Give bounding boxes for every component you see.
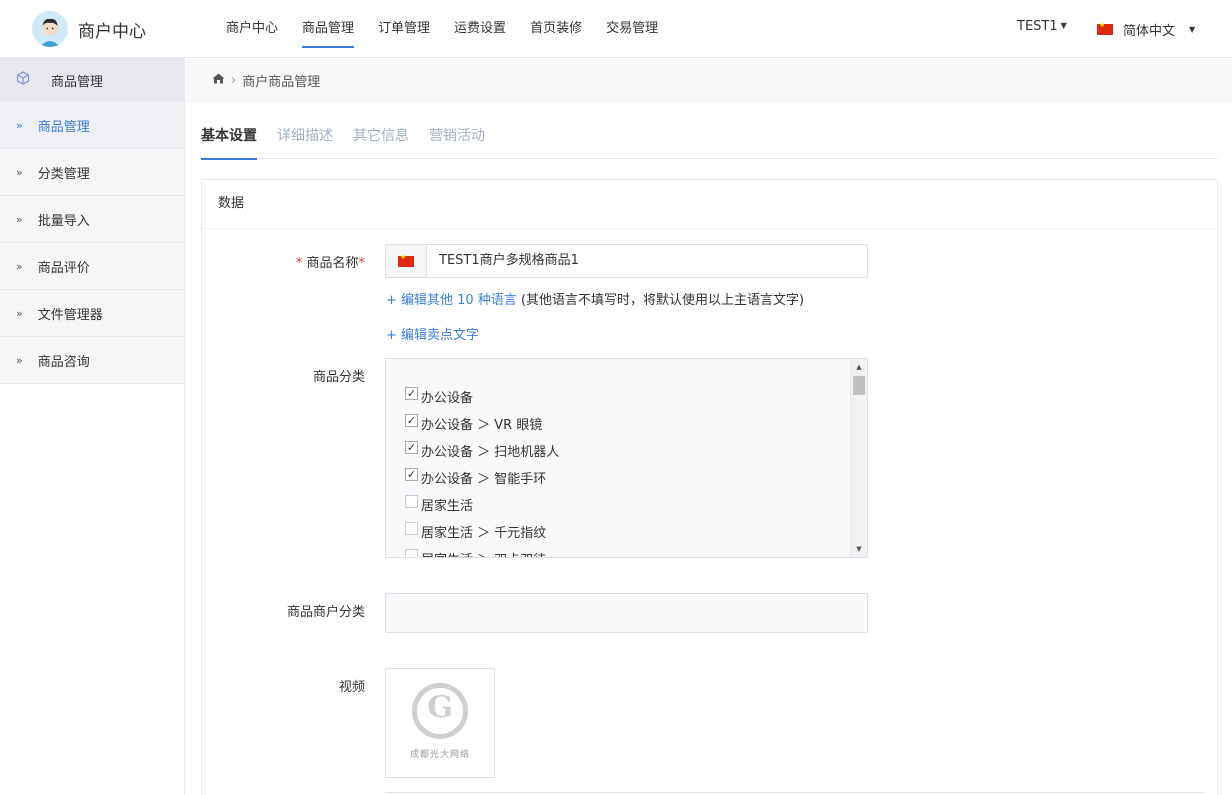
category-option[interactable]: 居家生活 ＞ 千元指纹	[405, 518, 559, 545]
breadcrumb-current: 商户商品管理	[242, 74, 321, 90]
language-flag-addon	[386, 245, 427, 277]
category-option[interactable]: 居家生活 ＞ 双卡双待	[405, 545, 559, 557]
checkbox-checked[interactable]: ✓	[405, 468, 418, 481]
user-name: TEST1	[1017, 19, 1058, 34]
nav-item-transaction-management[interactable]: 交易管理	[606, 0, 658, 58]
placeholder-logo-icon: G	[412, 682, 468, 739]
double-chevron-right-icon: »	[16, 259, 23, 273]
tab-bar: 基本设置 详细描述 其它信息 营销活动	[201, 116, 1218, 160]
checkbox-checked[interactable]: ✓	[405, 387, 418, 400]
sidebar-item-bulk-import[interactable]: » 批量导入	[0, 196, 184, 243]
sidebar-section-title: 商品管理	[51, 74, 104, 90]
sidebar-section-header[interactable]: 商品管理	[0, 58, 184, 102]
nav-item-merchant-center[interactable]: 商户中心	[226, 0, 278, 58]
required-asterisk: *	[295, 256, 307, 271]
merchant-category-label: 商品商户分类	[286, 605, 365, 620]
category-option[interactable]: ✓ 办公设备 ＞ 智能手环	[405, 464, 559, 491]
user-menu[interactable]: TEST1 ▼	[1017, 19, 1067, 34]
category-scrollbar[interactable]: ▲ ▼	[850, 359, 867, 557]
sidebar-item-file-manager[interactable]: » 文件管理器	[0, 290, 184, 337]
product-name-value: TEST1商户多规格商品1	[439, 253, 579, 268]
checkbox-unchecked[interactable]	[405, 495, 418, 508]
checkbox-unchecked[interactable]	[405, 522, 418, 535]
sidebar-item-label: 商品咨询	[37, 354, 90, 370]
nav-item-shipping-settings[interactable]: 运费设置	[454, 0, 506, 58]
category-checkbox-list[interactable]: ✓ 办公设备 ✓ 办公设备 ＞ VR 眼镜 ✓ 办公设备 ＞ 扫地机器人 ✓ 办公设备 …	[385, 358, 868, 558]
caret-down-icon: ▼	[1189, 25, 1196, 34]
brand[interactable]: 商户中心	[32, 11, 146, 47]
video-label: 视频	[338, 680, 365, 695]
languages-note: (其他语言不填写时，将默认使用以上主语言文字)	[520, 293, 805, 308]
checkbox-checked[interactable]: ✓	[405, 441, 418, 454]
caret-down-icon: ▼	[1060, 21, 1067, 30]
sidebar-item-product-inquiry[interactable]: » 商品咨询	[0, 337, 184, 384]
sidebar-item-label: 分类管理	[37, 166, 90, 182]
sidebar-item-label: 商品管理	[37, 119, 90, 135]
product-name-input[interactable]: TEST1商户多规格商品1	[385, 244, 868, 278]
product-name-label: * 商品名称*	[295, 256, 366, 271]
china-flag-icon	[1097, 21, 1113, 35]
main-nav: 商户中心 商品管理 订单管理 运费设置 首页装修 交易管理	[226, 0, 682, 58]
edit-selling-points-link[interactable]: + 编辑卖点文字	[386, 324, 479, 343]
checkbox-checked[interactable]: ✓	[405, 414, 418, 427]
double-chevron-right-icon: »	[16, 165, 23, 179]
home-icon[interactable]	[212, 73, 225, 87]
double-chevron-right-icon: »	[16, 212, 23, 226]
tab-other-info[interactable]: 其它信息	[353, 116, 409, 159]
category-option[interactable]: ✓ 办公设备 ＞ VR 眼镜	[405, 410, 559, 437]
checkbox-unchecked[interactable]	[405, 549, 418, 557]
nav-item-order-management[interactable]: 订单管理	[378, 0, 430, 58]
sidebar-item-label: 批量导入	[37, 213, 90, 229]
language-label: 简体中文	[1123, 24, 1176, 39]
sidebar-item-category-management[interactable]: » 分类管理	[0, 149, 184, 196]
sidebar-item-product-management[interactable]: » 商品管理	[0, 102, 184, 149]
tab-detailed-description[interactable]: 详细描述	[277, 116, 333, 159]
double-chevron-right-icon: »	[16, 353, 23, 367]
china-flag-icon	[398, 253, 414, 267]
sidebar: 商品管理 » 商品管理 » 分类管理 » 批量导入 » 商品评价 » 文件管理器…	[0, 58, 185, 795]
category-option[interactable]: ✓ 办公设备 ＞ 扫地机器人	[405, 437, 559, 464]
double-chevron-right-icon: »	[16, 306, 23, 320]
sidebar-item-label: 商品评价	[37, 260, 90, 276]
language-selector[interactable]: 简体中文 ▼	[1097, 20, 1195, 39]
category-option[interactable]: 居家生活	[405, 491, 559, 518]
video-upload-box[interactable]: G 成都光大网络	[385, 668, 495, 778]
double-chevron-right-icon: »	[16, 118, 23, 132]
tab-basic-settings[interactable]: 基本设置	[201, 116, 257, 160]
nav-item-product-management[interactable]: 商品管理	[302, 0, 355, 58]
scroll-thumb[interactable]	[853, 376, 865, 395]
category-label: 商品分类	[312, 370, 365, 385]
card-title: 数据	[202, 180, 1217, 229]
merchant-category-input[interactable]	[385, 593, 868, 633]
cube-icon	[16, 71, 30, 89]
edit-other-languages-link[interactable]: + 编辑其他 10 种语言 (其他语言不填写时，将默认使用以上主语言文字)	[386, 289, 804, 308]
breadcrumb: › 商户商品管理	[186, 59, 1232, 102]
placeholder-logo-caption: 成都光大网络	[409, 749, 470, 760]
nav-item-homepage-decoration[interactable]: 首页装修	[530, 0, 582, 58]
sidebar-item-label: 文件管理器	[37, 307, 103, 323]
avatar	[32, 11, 68, 47]
sidebar-item-product-reviews[interactable]: » 商品评价	[0, 243, 184, 290]
top-header: 商户中心 商户中心 商品管理 订单管理 运费设置 首页装修 交易管理 TEST1…	[0, 0, 1232, 58]
scroll-up-arrow-icon[interactable]: ▲	[851, 359, 867, 375]
breadcrumb-separator: ›	[231, 72, 237, 88]
scroll-down-arrow-icon[interactable]: ▼	[851, 541, 867, 557]
category-option[interactable]: ✓ 办公设备	[405, 383, 559, 410]
required-asterisk: *	[358, 256, 366, 271]
brand-title: 商户中心	[78, 21, 146, 42]
tab-marketing-activities[interactable]: 营销活动	[429, 116, 485, 159]
